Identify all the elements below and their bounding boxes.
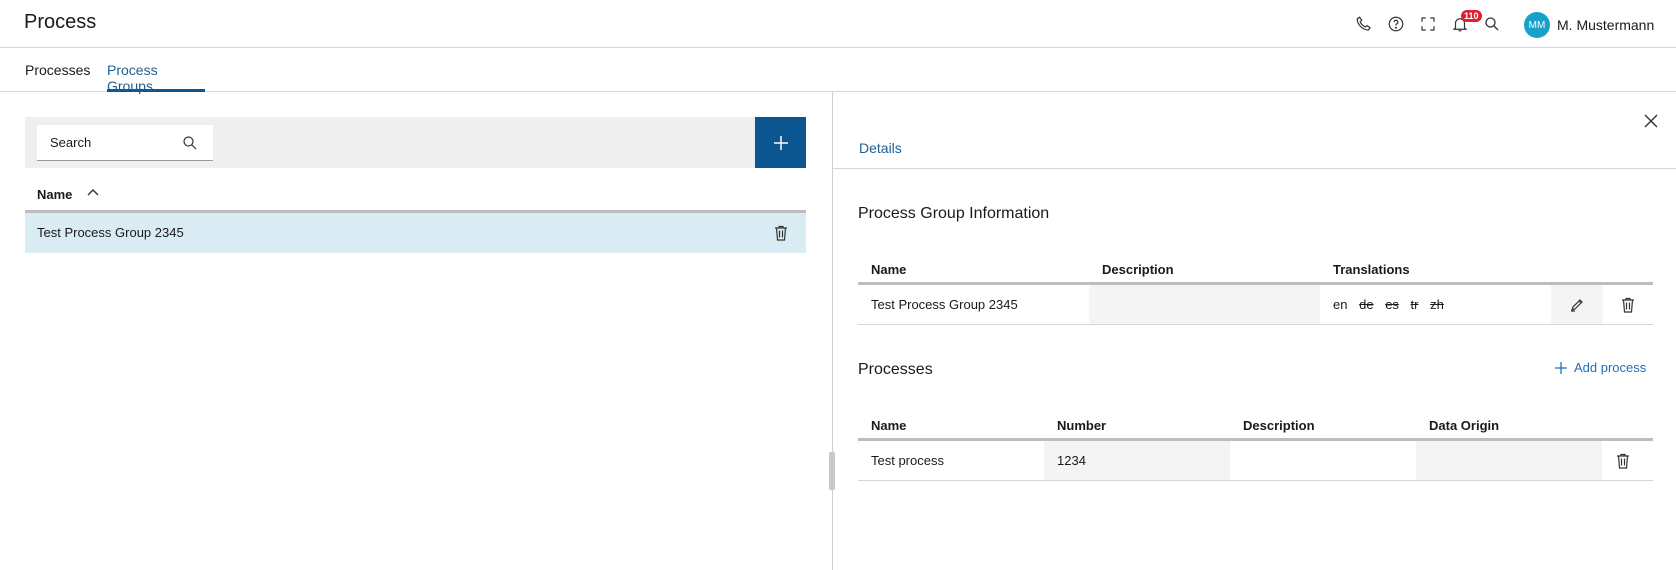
language-zh: zh (1430, 297, 1444, 312)
main-tabs: Processes Process Groups (0, 48, 1676, 94)
add-process-label: Add process (1574, 360, 1647, 375)
app-title: Process (24, 11, 97, 33)
search-box (37, 125, 213, 161)
process-description-cell (1243, 441, 1416, 480)
column-header-data-origin: Data Origin (1429, 418, 1500, 433)
column-header-description: Description (1102, 262, 1174, 277)
pencil-icon (1571, 298, 1583, 312)
details-tabbar: Details (833, 92, 1676, 169)
group-info-title: Process Group Information (858, 205, 1050, 222)
add-process-group-button[interactable] (755, 117, 806, 168)
plus-icon (773, 135, 788, 150)
app-header: Process 110 MM M. Mustermann (0, 0, 1676, 48)
process-name-cell: Test process (871, 453, 944, 468)
fullscreen-icon[interactable] (1412, 0, 1444, 48)
list-item-name: Test Process Group 2345 (37, 225, 184, 240)
trash-icon (1622, 297, 1634, 313)
tab-details[interactable]: Details (859, 140, 902, 156)
table-header: Name Description Translations (858, 255, 1653, 285)
group-description-cell (1089, 285, 1320, 324)
bell-icon[interactable]: 110 (1444, 0, 1482, 48)
language-es: es (1385, 297, 1399, 312)
translations-cell: en de es tr zh (1333, 285, 1452, 324)
process-data-origin-cell (1416, 441, 1602, 480)
column-header-translations: Translations (1333, 262, 1410, 277)
column-header-name: Name (871, 262, 907, 277)
trash-icon (1617, 453, 1629, 469)
delete-process-button[interactable] (1602, 441, 1644, 480)
sort-ascending-icon[interactable] (85, 185, 101, 201)
tab-processes[interactable]: Processes (25, 62, 90, 92)
column-header-name[interactable]: Name (37, 187, 72, 202)
edit-button[interactable] (1551, 285, 1603, 324)
avatar: MM (1524, 12, 1550, 38)
user-menu[interactable]: MM M. Mustermann (1524, 12, 1654, 38)
phone-icon[interactable] (1348, 0, 1380, 48)
delete-button[interactable] (1603, 285, 1653, 324)
processes-table: Name Number Description Data Origin Test… (858, 411, 1653, 481)
table-row: Test Process Group 2345 en de es tr zh (858, 285, 1653, 325)
processes-title: Processes (858, 361, 933, 378)
table-row[interactable]: Test process 1234 (858, 441, 1653, 481)
column-header-description: Description (1243, 418, 1315, 433)
language-tr: tr (1410, 297, 1419, 312)
column-header-number: Number (1057, 418, 1107, 433)
process-number-cell: 1234 (1044, 441, 1230, 480)
list-header: Name (25, 180, 806, 213)
plus-icon (1555, 361, 1567, 374)
trash-icon[interactable] (772, 224, 790, 242)
group-name-cell: Test Process Group 2345 (871, 297, 1018, 312)
close-icon[interactable] (1640, 110, 1662, 132)
tab-process-groups[interactable]: Process Groups (107, 62, 205, 94)
add-process-link[interactable]: Add process (1554, 360, 1646, 375)
language-en: en (1333, 297, 1348, 312)
column-header-name: Name (871, 418, 907, 433)
language-de: de (1359, 297, 1374, 312)
list-item[interactable]: Test Process Group 2345 (25, 213, 806, 253)
resize-handle[interactable] (829, 452, 835, 490)
search-icon[interactable] (181, 134, 199, 152)
header-actions: 110 (1348, 0, 1508, 48)
help-icon[interactable] (1380, 0, 1412, 48)
search-icon[interactable] (1476, 0, 1508, 48)
group-info-table: Name Description Translations Test Proce… (858, 255, 1653, 325)
search-input[interactable] (50, 125, 170, 160)
user-name: M. Mustermann (1557, 17, 1655, 33)
table-header: Name Number Description Data Origin (858, 411, 1653, 441)
list-toolbar (25, 117, 806, 168)
